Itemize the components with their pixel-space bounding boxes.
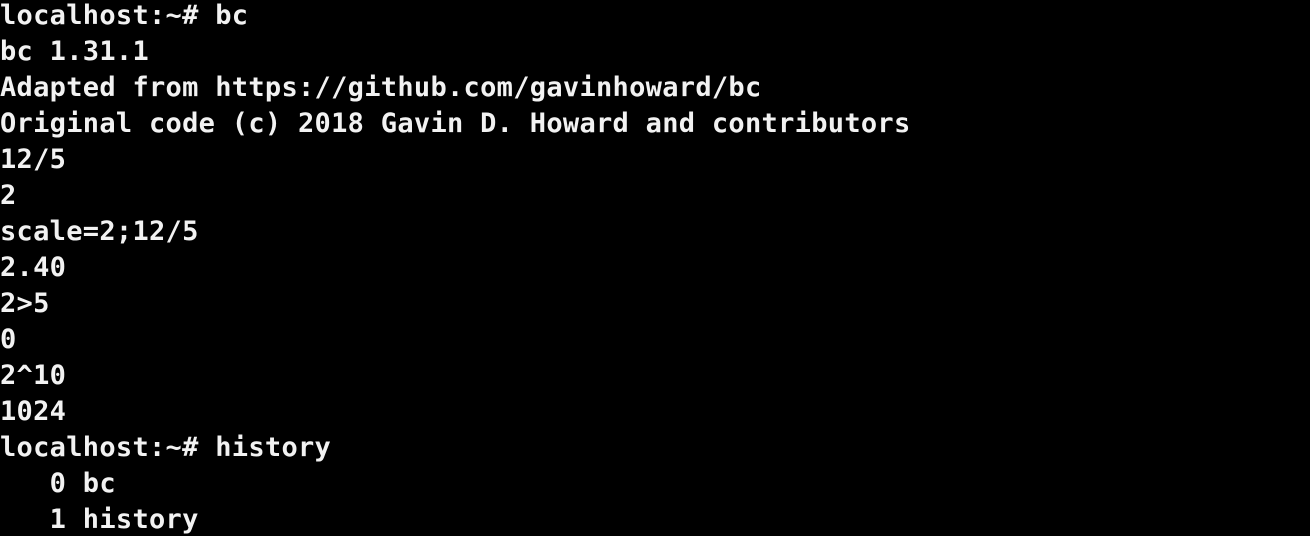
terminal-line-output: 2.40 (0, 252, 67, 283)
terminal-line-prompt-bc: localhost:~# bc (0, 0, 249, 31)
terminal-line-output: 2 (0, 180, 17, 211)
terminal-line-input: 2>5 (0, 288, 50, 319)
terminal-line-version: bc 1.31.1 (0, 36, 149, 67)
terminal-line-input: scale=2;12/5 (0, 216, 199, 247)
terminal-line-copyright: Original code (c) 2018 Gavin D. Howard a… (0, 108, 911, 139)
terminal-output: localhost:~# bc bc 1.31.1 Adapted from h… (0, 0, 1310, 536)
terminal-line-input: 2^10 (0, 360, 67, 391)
terminal-line-output: 0 (0, 324, 17, 355)
terminal-line-adapted: Adapted from https://github.com/gavinhow… (0, 72, 762, 103)
terminal-line-output: 1024 (0, 396, 67, 427)
terminal-line-prompt-history: localhost:~# history (0, 432, 332, 463)
history-entry: 1 history (0, 504, 199, 535)
terminal-line-input: 12/5 (0, 144, 67, 175)
history-entry: 0 bc (0, 468, 116, 499)
terminal-window[interactable]: localhost:~# bc bc 1.31.1 Adapted from h… (0, 0, 1310, 536)
